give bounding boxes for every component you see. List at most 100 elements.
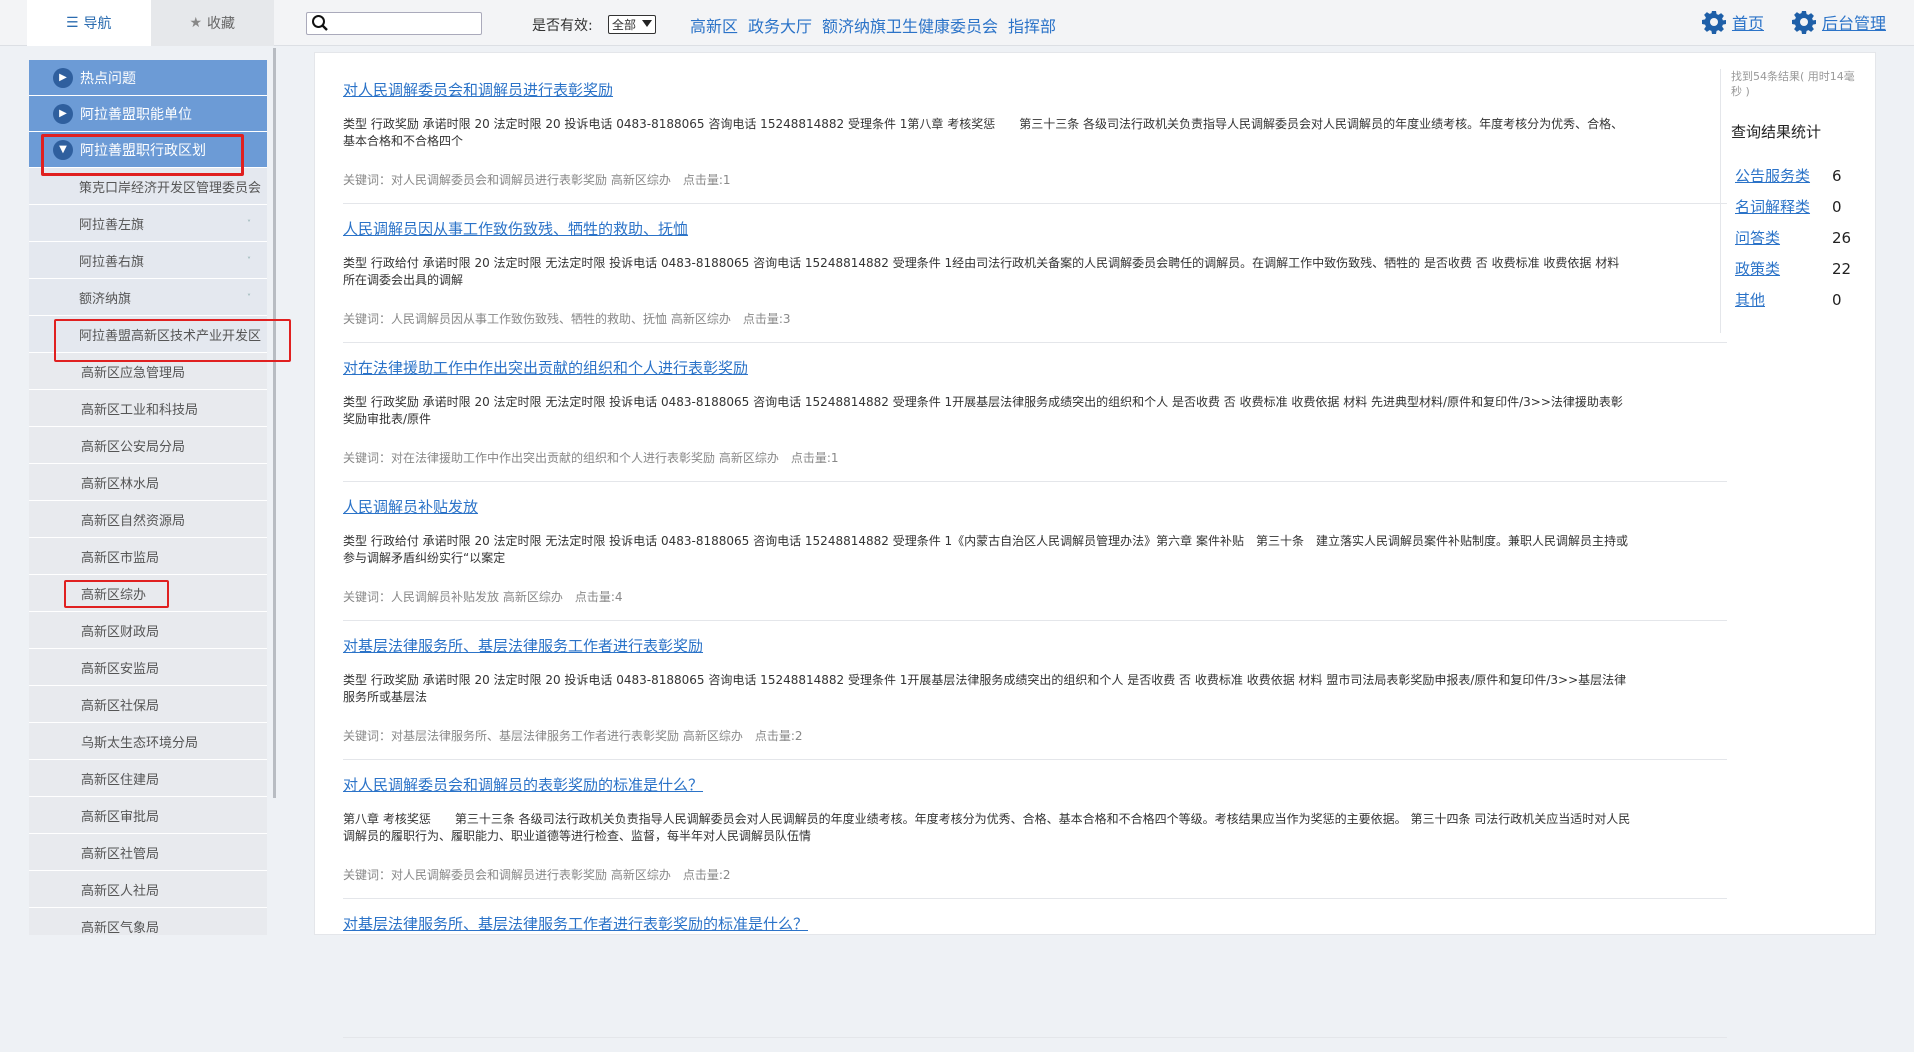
result-snippet: 类型 行政给付 承诺时限 20 法定时限 无法定时限 投诉电话 0483-818… (343, 534, 1628, 565)
sidebar-item-districts[interactable]: ▼ 阿拉善盟职行政区划 (29, 132, 267, 168)
result-click-count: 点击量:1 (682, 173, 731, 187)
breadcrumb-link-command[interactable]: 指挥部 (1008, 13, 1056, 37)
result-title-link[interactable]: 对基层法律服务所、基层法律服务工作者进行表彰奖励 (343, 635, 1727, 656)
sidebar-item-label: 热点问题 (80, 70, 136, 87)
sidebar-item-label: 阿拉善盟职能单位 (80, 106, 192, 123)
result-click-count: 点击量:2 (682, 868, 731, 882)
search-box[interactable] (306, 12, 482, 35)
result-keywords: 关键词：对人民调解委员会和调解员进行表彰奖励 高新区综办 (343, 173, 671, 187)
chevron-down-icon: ˅ (247, 256, 251, 265)
result-title-link[interactable]: 对基层法律服务所、基层法律服务工作者进行表彰奖励的标准是什么？ (343, 913, 1727, 934)
stats-category-count: 26 (1832, 228, 1852, 247)
chevron-down-icon: ˅ (247, 293, 251, 302)
sidebar-item-label: 阿拉善左旗 (79, 217, 145, 233)
sidebar-leaf-item[interactable]: 高新区社管局 (29, 834, 267, 871)
sidebar-item-label: 额济纳旗 (79, 291, 132, 307)
sidebar-sub-item[interactable]: 额济纳旗 ˅ (29, 279, 267, 316)
sidebar-item-label: 阿拉善盟高新区技术产业开发区 (79, 328, 262, 344)
tab-navigation[interactable]: ☰ 导航 (27, 0, 151, 46)
sidebar-leaf-item[interactable]: 高新区社保局 (29, 686, 267, 723)
result-title-link[interactable]: 对人民调解委员会和调解员的表彰奖励的标准是什么？ (343, 774, 1727, 795)
top-bar: ☰ 导航 ★ 收藏 是否有效: 全部 高新区 政务大厅 额济纳旗卫生健康委员会 … (0, 0, 1914, 46)
breadcrumb-link-health[interactable]: 额济纳旗卫生健康委员会 (822, 13, 998, 37)
sidebar: ▶ 热点问题 ▶ 阿拉善盟职能单位 ▼ 阿拉善盟职行政区划 策克口岸经济开发区管… (29, 60, 267, 935)
sidebar-scrollbar[interactable] (273, 48, 276, 798)
play-icon: ▶ (53, 67, 73, 88)
result-item: 对人民调解委员会和调解员进行表彰奖励类型 行政奖励 承诺时限 20 法定时限 2… (343, 79, 1727, 204)
result-item: 对基层法律服务所、基层法律服务工作者进行表彰奖励 类型 行政奖励 承诺时限 20 … (343, 635, 1727, 760)
stats-category-link[interactable]: 名词解释类 (1731, 196, 1832, 217)
stats-category-link[interactable]: 政策类 (1731, 258, 1832, 279)
stats-category-count: 0 (1832, 197, 1842, 216)
result-keywords: 关键词：人民调解员补贴发放 高新区综办 (343, 590, 563, 604)
result-title-link[interactable]: 人民调解员因从事工作致伤致残、牺牲的救助、抚恤 (343, 218, 1727, 239)
breadcrumb-link-gaoxin[interactable]: 高新区 (690, 13, 738, 37)
sidebar-leaf-item[interactable]: 高新区应急管理局 (29, 353, 267, 390)
home-link-label: 首页 (1731, 14, 1764, 33)
admin-link[interactable]: 后台管理 (1791, 10, 1886, 34)
stats-rows: 公告服务类 6 名词解释类 0 问答类 26 政策类 22 其他 0 (1731, 160, 1860, 315)
stats-category-link[interactable]: 其他 (1731, 289, 1832, 310)
result-snippet: 类型 行政给付 承诺时限 20 法定时限 无法定时限 投诉电话 0483-818… (343, 256, 1620, 287)
stats-row: 政策类 22 (1731, 253, 1860, 284)
sidebar-leaf-item[interactable]: 高新区市监局 (29, 538, 267, 575)
result-item: 对人民调解委员会和调解员的表彰奖励的标准是什么？ 第八章 考核奖惩 第三十三条 各… (343, 774, 1727, 899)
result-snippet (343, 950, 1633, 984)
sidebar-leaf-item[interactable]: 高新区安监局 (29, 649, 267, 686)
result-keywords: 关键词：对基层法律服务所、基层法律服务工作者进行表彰奖励 高新区综办 (343, 729, 743, 743)
result-keywords: 关键词：对人民调解委员会和调解员进行表彰奖励 高新区综办 (343, 868, 671, 882)
stats-category-count: 0 (1832, 290, 1842, 309)
sidebar-leaf-item[interactable]: 高新区住建局 (29, 760, 267, 797)
result-snippet: 类型 行政奖励 承诺时限 20 法定时限 20 投诉电话 0483-818806… (343, 117, 1624, 148)
result-title-link[interactable]: 对在法律援助工作中作出突出贡献的组织和个人进行表彰奖励 (343, 357, 1727, 378)
sidebar-leaf-item[interactable]: 高新区工业和科技局 (29, 390, 267, 427)
breadcrumb: 高新区 政务大厅 额济纳旗卫生健康委员会 指挥部 (690, 13, 1056, 37)
sidebar-sub-item[interactable]: 策克口岸经济开发区管理委员会 (29, 168, 267, 205)
search-icon (312, 15, 328, 31)
stats-row: 问答类 26 (1731, 222, 1860, 253)
result-click-count: 点击量:1 (790, 451, 839, 465)
sidebar-leaf-item[interactable]: 高新区公安局分局 (29, 427, 267, 464)
result-keywords: 关键词：人民调解员因从事工作致伤致残、牺牲的救助、抚恤 高新区综办 (343, 312, 731, 326)
sidebar-leaf-item[interactable]: 高新区自然资源局 (29, 501, 267, 538)
header-links: 首页 后台管理 (1701, 10, 1914, 34)
sidebar-item-units[interactable]: ▶ 阿拉善盟职能单位 (29, 96, 267, 132)
result-item: 对基层法律服务所、基层法律服务工作者进行表彰奖励的标准是什么？ (343, 913, 1727, 1038)
result-click-count: 点击量:2 (754, 729, 803, 743)
admin-link-label: 后台管理 (1821, 14, 1886, 33)
result-title-link[interactable]: 对人民调解委员会和调解员进行表彰奖励 (343, 79, 1727, 100)
stats-category-link[interactable]: 问答类 (1731, 227, 1832, 248)
sidebar-sub-item[interactable]: 阿拉善盟高新区技术产业开发区 (29, 316, 267, 353)
sidebar-leaf-item[interactable]: 高新区审批局 (29, 797, 267, 834)
home-link[interactable]: 首页 (1701, 10, 1764, 34)
sidebar-leaf-item[interactable]: 乌斯太生态环境分局 (29, 723, 267, 760)
stats-category-link[interactable]: 公告服务类 (1731, 165, 1832, 186)
result-click-count: 点击量:4 (574, 590, 623, 604)
tab-favorites[interactable]: ★ 收藏 (150, 0, 274, 46)
result-item: 对在法律援助工作中作出突出贡献的组织和个人进行表彰奖励 类型 行政奖励 承诺时限 … (343, 357, 1727, 482)
gear-icon (1791, 11, 1816, 34)
sidebar-sub-item[interactable]: 阿拉善左旗 ˅ (29, 205, 267, 242)
sidebar-leaf-item[interactable]: 高新区财政局 (29, 612, 267, 649)
sidebar-leaf-item[interactable]: 高新区林水局 (29, 464, 267, 501)
sidebar-item-label: 阿拉善盟职行政区划 (80, 142, 206, 159)
result-count: 找到54条结果( 用时14毫秒 ) (1731, 70, 1855, 98)
result-title-link[interactable]: 人民调解员补贴发放 (343, 496, 1727, 517)
search-input[interactable] (333, 15, 479, 32)
sidebar-sub-item[interactable]: 阿拉善右旗 ˅ (29, 242, 267, 279)
result-item: 人民调解员补贴发放类型 行政给付 承诺时限 20 法定时限 无法定时限 投诉电话… (343, 496, 1727, 621)
list-icon: ☰ (65, 15, 79, 31)
stats-panel: 找到54条结果( 用时14毫秒 ) 查询结果统计 公告服务类 6 名词解释类 0 问答类… (1720, 69, 1860, 333)
tab-navigation-label: 导航 (83, 16, 112, 32)
chevron-down-icon: ▼ (53, 139, 73, 160)
sidebar-leaf-item[interactable]: 高新区人社局 (29, 871, 267, 908)
breadcrumb-link-hall[interactable]: 政务大厅 (748, 13, 812, 37)
sidebar-leaf-item[interactable]: 高新区气象局 (29, 908, 267, 935)
valid-filter-value: 全部 (612, 18, 637, 32)
valid-filter-select[interactable]: 全部 (608, 15, 656, 34)
sidebar-item-label: 阿拉善右旗 (79, 254, 145, 270)
result-click-count: 点击量:3 (742, 312, 791, 326)
sidebar-item-hot-issues[interactable]: ▶ 热点问题 (29, 60, 267, 96)
sidebar-item-label: 策克口岸经济开发区管理委员会 (79, 180, 262, 196)
sidebar-leaf-item[interactable]: 高新区综办 (29, 575, 267, 612)
